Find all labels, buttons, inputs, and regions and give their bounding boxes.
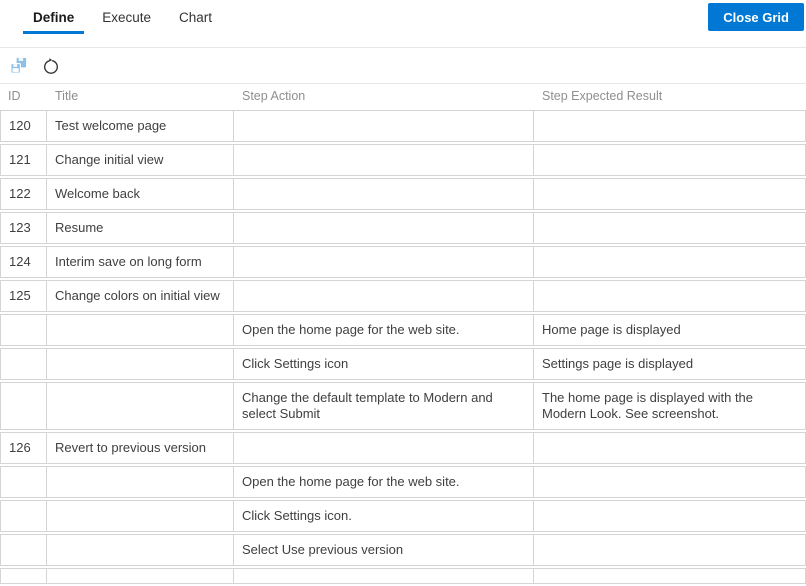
test-case-row: 123 Resume	[0, 212, 806, 244]
title-cell	[47, 382, 234, 430]
step-expected-cell	[534, 110, 806, 142]
test-case-row: 125 Change colors on initial view	[0, 280, 806, 312]
test-case-row: 121 Change initial view	[0, 144, 806, 176]
test-case-row: 122 Welcome back	[0, 178, 806, 210]
title-cell[interactable]: Welcome back	[47, 178, 234, 210]
row-id-cell[interactable]	[0, 500, 47, 532]
row-id-cell[interactable]: 121	[0, 144, 47, 176]
step-action-cell[interactable]: Open the home page for the web site.	[234, 466, 534, 498]
step-expected-cell[interactable]	[534, 500, 806, 532]
title-cell[interactable]: Change initial view	[47, 144, 234, 176]
step-action-cell[interactable]: Open the home page for the web site.	[234, 314, 534, 346]
save-all-icon[interactable]	[8, 56, 28, 76]
test-case-row: 120 Test welcome page	[0, 110, 806, 142]
tab-chart[interactable]: Chart	[169, 0, 222, 34]
step-action-cell	[234, 110, 534, 142]
column-header-step-action[interactable]: Step Action	[234, 89, 534, 103]
step-action-cell	[234, 432, 534, 464]
column-header-step-expected-result[interactable]: Step Expected Result	[534, 89, 806, 103]
step-action-cell	[234, 144, 534, 176]
test-step-row: Open the home page for the web site.	[0, 466, 806, 498]
step-expected-cell	[534, 432, 806, 464]
step-action-cell[interactable]: Select Use previous version	[234, 534, 534, 566]
row-id-cell[interactable]: 125	[0, 280, 47, 312]
step-action-cell[interactable]: Change the default template to Modern an…	[234, 382, 534, 430]
test-step-row: Open the home page for the web site. Home…	[0, 314, 806, 346]
step-expected-cell[interactable]: Home page is displayed	[534, 314, 806, 346]
step-action-cell	[234, 212, 534, 244]
row-id-cell[interactable]: 123	[0, 212, 47, 244]
step-expected-cell[interactable]	[534, 466, 806, 498]
row-id-cell[interactable]	[0, 348, 47, 380]
tab-define[interactable]: Define	[23, 0, 85, 34]
step-action-cell	[234, 246, 534, 278]
tab-execute[interactable]: Execute	[92, 0, 161, 34]
title-cell[interactable]: Change colors on initial view	[47, 280, 234, 312]
step-expected-cell[interactable]: The home page is displayed with the Mode…	[534, 382, 806, 430]
title-cell	[47, 348, 234, 380]
row-id-cell[interactable]	[0, 382, 47, 430]
grid-toolbar	[0, 47, 806, 84]
row-id-cell[interactable]: 122	[0, 178, 47, 210]
test-step-row	[0, 568, 806, 584]
test-step-row: Click Settings icon.	[0, 500, 806, 532]
step-expected-cell[interactable]	[534, 568, 806, 584]
title-cell[interactable]: Revert to previous version	[47, 432, 234, 464]
test-step-row: Change the default template to Modern an…	[0, 382, 806, 430]
grid-column-headers: ID Title Step Action Step Expected Result	[0, 84, 806, 108]
step-action-cell[interactable]: Click Settings icon.	[234, 500, 534, 532]
step-expected-cell	[534, 212, 806, 244]
step-action-cell[interactable]	[234, 568, 534, 584]
test-step-row: Select Use previous version	[0, 534, 806, 566]
title-cell[interactable]: Test welcome page	[47, 110, 234, 142]
row-id-cell[interactable]	[0, 568, 47, 584]
row-id-cell[interactable]	[0, 314, 47, 346]
test-case-grid: 120 Test welcome page 121 Change initial vi…	[0, 108, 806, 586]
step-action-cell	[234, 178, 534, 210]
step-expected-cell[interactable]: Settings page is displayed	[534, 348, 806, 380]
column-header-id[interactable]: ID	[0, 89, 47, 103]
row-id-cell[interactable]	[0, 534, 47, 566]
row-id-cell[interactable]: 120	[0, 110, 47, 142]
title-cell	[47, 500, 234, 532]
row-id-cell[interactable]	[0, 466, 47, 498]
row-id-cell[interactable]: 126	[0, 432, 47, 464]
step-expected-cell	[534, 178, 806, 210]
title-cell	[47, 466, 234, 498]
tab-strip: Define Execute Chart Close Grid	[0, 0, 806, 47]
step-expected-cell	[534, 144, 806, 176]
test-case-row: 124 Interim save on long form	[0, 246, 806, 278]
step-expected-cell	[534, 280, 806, 312]
test-case-row: 126 Revert to previous version	[0, 432, 806, 464]
title-cell[interactable]: Interim save on long form	[47, 246, 234, 278]
step-action-cell	[234, 280, 534, 312]
title-cell[interactable]: Resume	[47, 212, 234, 244]
column-header-title[interactable]: Title	[47, 89, 234, 103]
title-cell	[47, 534, 234, 566]
row-id-cell[interactable]: 124	[0, 246, 47, 278]
refresh-icon[interactable]	[41, 56, 61, 76]
step-expected-cell[interactable]	[534, 534, 806, 566]
step-expected-cell	[534, 246, 806, 278]
step-action-cell[interactable]: Click Settings icon	[234, 348, 534, 380]
title-cell	[47, 314, 234, 346]
title-cell	[47, 568, 234, 584]
test-step-row: Click Settings icon Settings page is disp…	[0, 348, 806, 380]
close-grid-button[interactable]: Close Grid	[708, 3, 804, 31]
